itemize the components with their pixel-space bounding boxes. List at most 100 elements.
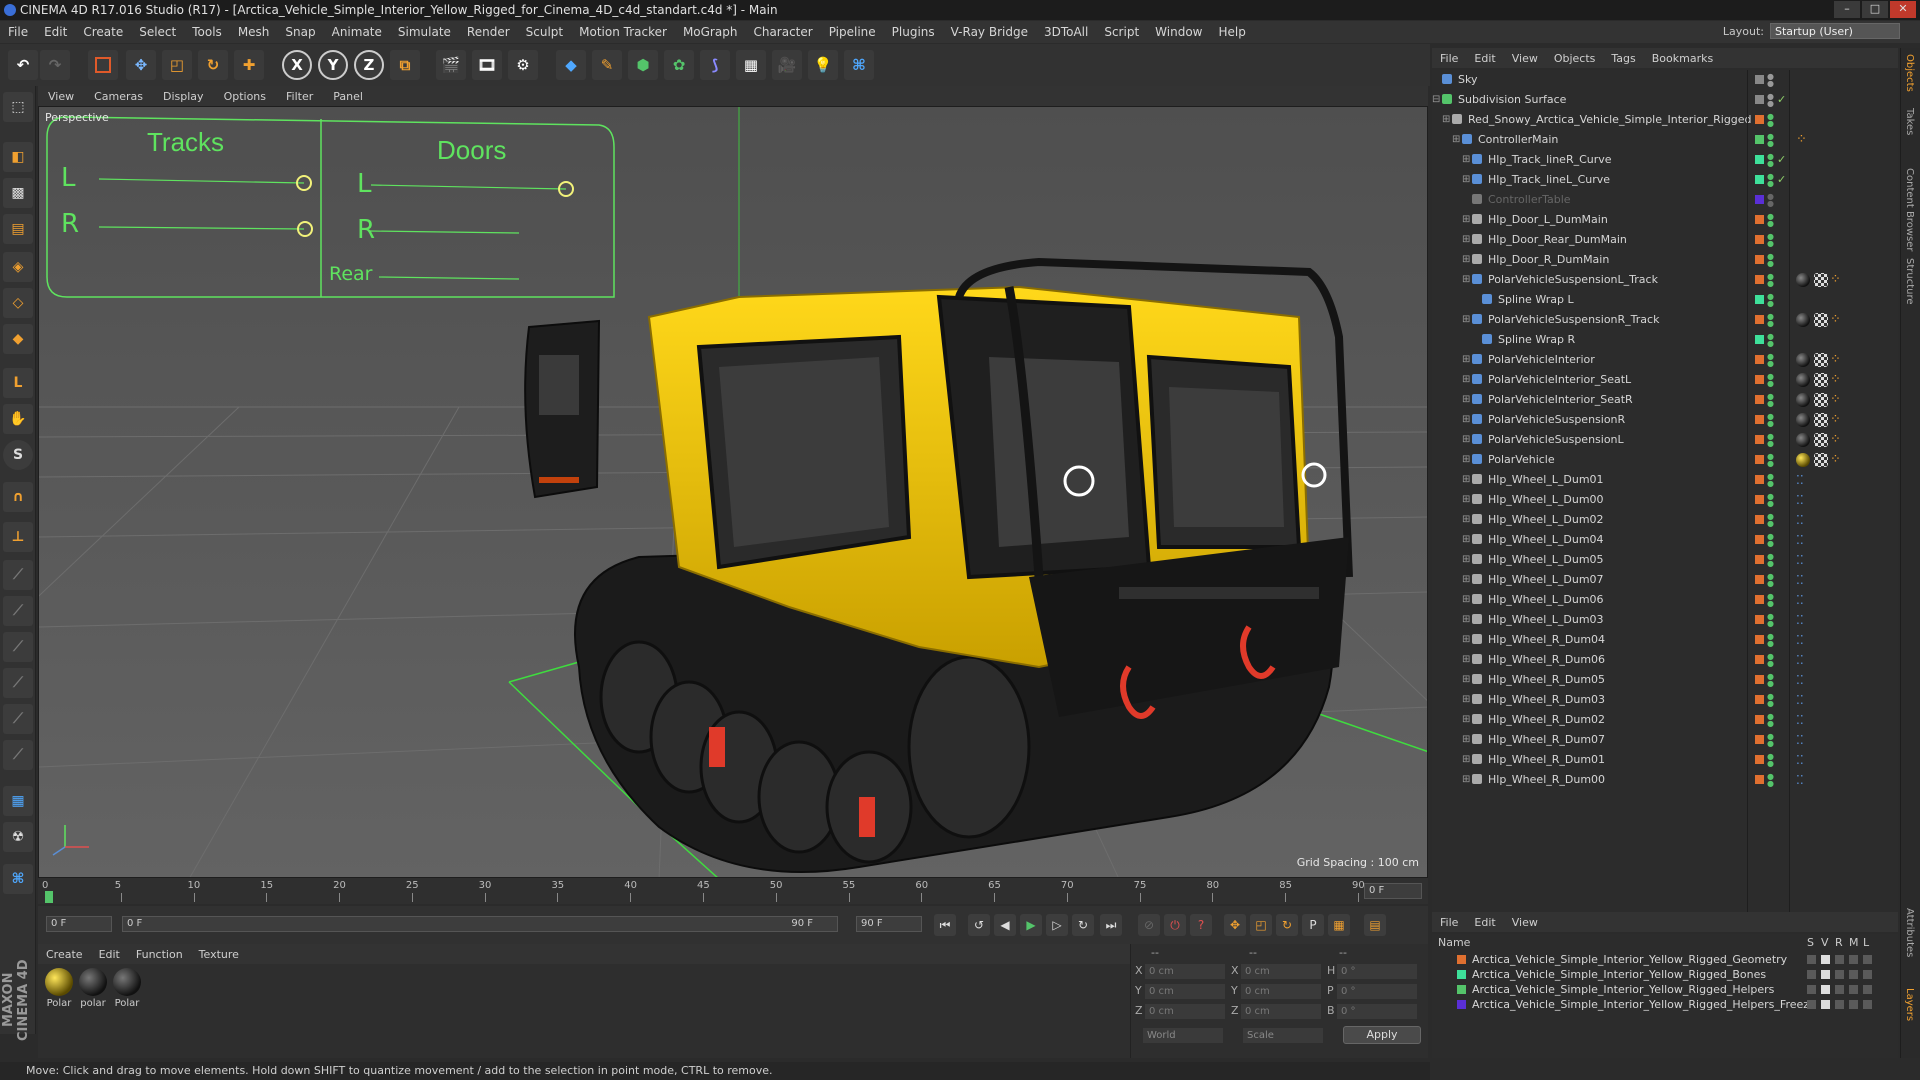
constraint-tag-icon[interactable]: ⁚⁚	[1796, 653, 1810, 667]
render-picture-viewer-icon[interactable]: 🎞	[472, 50, 502, 80]
next-frame-icon[interactable]: ▷	[1046, 914, 1068, 936]
object-layer-swatch[interactable]	[1755, 775, 1764, 784]
object-layer-swatch[interactable]	[1755, 315, 1764, 324]
live-selection-icon[interactable]	[88, 50, 118, 80]
menu-create[interactable]: Create	[75, 25, 131, 39]
menu-help[interactable]: Help	[1210, 25, 1253, 39]
object-row[interactable]: ⊞ PolarVehicleSuspensionL ● ● ⁘	[1432, 430, 1898, 450]
object-row[interactable]: ⊞ Hlp_Wheel_R_Dum02 ● ● ⁚⁚	[1432, 710, 1898, 730]
weight-tag-icon[interactable]: ⁘	[1830, 413, 1844, 427]
current-frame-field[interactable]: 0 F	[1364, 883, 1422, 899]
layer-toggle-icon[interactable]	[1849, 985, 1858, 994]
object-layer-swatch[interactable]	[1755, 395, 1764, 404]
weight-tag-icon[interactable]: ⁘	[1830, 453, 1844, 467]
visibility-dots-icon[interactable]: ● ●	[1767, 713, 1774, 728]
viewport-menu-options[interactable]: Options	[214, 90, 276, 103]
layer-toggle-icon[interactable]	[1849, 955, 1858, 964]
layer-toggle-icon[interactable]	[1835, 1000, 1844, 1009]
object-row[interactable]: ⊞ Red_Snowy_Arctica_Vehicle_Simple_Interi…	[1432, 110, 1898, 130]
visibility-dots-icon[interactable]: ● ●	[1767, 233, 1774, 248]
object-layer-swatch[interactable]	[1755, 675, 1764, 684]
points-mode-icon[interactable]: ◈	[3, 252, 33, 282]
expand-toggle-icon[interactable]: ⊞	[1462, 370, 1470, 390]
object-row[interactable]: ⊞ PolarVehicleInterior_SeatR ● ● ⁘	[1432, 390, 1898, 410]
end-frame-field[interactable]: 90 F	[856, 916, 922, 932]
constraint-tag-icon[interactable]: ⁚⁚	[1796, 733, 1810, 747]
weight-tag-icon[interactable]: ⁘	[1830, 313, 1844, 327]
menu-script[interactable]: Script	[1096, 25, 1147, 39]
tab-layers[interactable]: Layers	[1904, 988, 1915, 1021]
expand-toggle-icon[interactable]: ⊞	[1462, 450, 1470, 470]
object-layer-swatch[interactable]	[1755, 655, 1764, 664]
key-pla-icon[interactable]: ▦	[1328, 914, 1350, 936]
weight-tool-icon[interactable]: ⟋	[3, 668, 33, 698]
object-row[interactable]: Spline Wrap L ● ●	[1432, 290, 1898, 310]
constraint-tag-icon[interactable]: ⁚⁚	[1796, 613, 1810, 627]
object-layer-swatch[interactable]	[1755, 435, 1764, 444]
material-tag-icon[interactable]	[1796, 413, 1810, 427]
object-row[interactable]: ⊞ PolarVehicleSuspensionR ● ● ⁘	[1432, 410, 1898, 430]
expand-toggle-icon[interactable]: ⊞	[1462, 630, 1470, 650]
layer-toggle-icon[interactable]	[1807, 955, 1816, 964]
key-scale-icon[interactable]: ◰	[1250, 914, 1272, 936]
layer-toggle-icon[interactable]	[1863, 970, 1872, 979]
expand-toggle-icon[interactable]: ⊞	[1462, 650, 1470, 670]
weight-tag-icon[interactable]: ⁘	[1830, 353, 1844, 367]
layer-color-swatch[interactable]	[1457, 985, 1466, 994]
visibility-dots-icon[interactable]: ● ●	[1767, 753, 1774, 768]
recent-tools-icon[interactable]: ✚	[234, 50, 264, 80]
layer-toggle-icon[interactable]	[1835, 985, 1844, 994]
object-layer-swatch[interactable]	[1755, 355, 1764, 364]
visibility-dots-icon[interactable]: ● ●	[1767, 513, 1774, 528]
play-icon[interactable]: ▶	[1020, 914, 1042, 936]
tab-content-browser[interactable]: Content Browser	[1904, 168, 1915, 251]
object-row[interactable]: ControllerTable ● ●	[1432, 190, 1898, 210]
layer-toggle-icon[interactable]	[1807, 1000, 1816, 1009]
constraint-tag-icon[interactable]: ⁚⁚	[1796, 713, 1810, 727]
coord-value-field[interactable]: 0 cm	[1241, 984, 1321, 999]
scale-tool-icon[interactable]: ◰	[162, 50, 192, 80]
playhead-marker[interactable]	[45, 891, 53, 903]
z-axis-lock-button[interactable]: Z	[354, 50, 384, 80]
expand-toggle-icon[interactable]: ⊞	[1462, 430, 1470, 450]
visibility-dots-icon[interactable]: ● ●	[1767, 593, 1774, 608]
coord-value-field[interactable]: 0 cm	[1145, 964, 1225, 979]
object-row[interactable]: ⊟ Subdivision Surface ● ● ✓	[1432, 90, 1898, 110]
coord-value-field[interactable]: 0 cm	[1241, 964, 1321, 979]
expand-toggle-icon[interactable]: ⊞	[1452, 130, 1460, 150]
constraint-tag-icon[interactable]: ⁚⁚	[1796, 573, 1810, 587]
layer-menu-edit[interactable]: Edit	[1466, 916, 1503, 929]
y-axis-lock-button[interactable]: Y	[318, 50, 348, 80]
material-menu-function[interactable]: Function	[128, 948, 191, 961]
axis-mode-icon[interactable]: L	[3, 368, 33, 398]
visibility-dots-icon[interactable]: ● ●	[1767, 373, 1774, 388]
constraint-tag-icon[interactable]: ⁚⁚	[1796, 693, 1810, 707]
tweak-mode-icon[interactable]: ✋	[3, 404, 33, 434]
object-layer-swatch[interactable]	[1755, 735, 1764, 744]
tab-takes[interactable]: Takes	[1904, 108, 1915, 135]
layer-row[interactable]: Arctica_Vehicle_Simple_Interior_Yellow_R…	[1432, 982, 1898, 997]
layer-color-swatch[interactable]	[1457, 955, 1466, 964]
floor-icon[interactable]: ▦	[736, 50, 766, 80]
object-row[interactable]: ⊞ Hlp_Track_lineL_Curve ● ● ✓	[1432, 170, 1898, 190]
expand-toggle-icon[interactable]: ⊞	[1462, 590, 1470, 610]
uvw-tag-icon[interactable]	[1814, 313, 1828, 327]
coord-value-field[interactable]: 0 °	[1337, 1004, 1417, 1019]
layer-toggle-icon[interactable]	[1821, 970, 1830, 979]
visibility-dots-icon[interactable]: ● ●	[1767, 533, 1774, 548]
constraint-tag-icon[interactable]: ⁚⁚	[1796, 753, 1810, 767]
previous-key-icon[interactable]: ↺	[968, 914, 990, 936]
object-layer-swatch[interactable]	[1755, 255, 1764, 264]
joint-tool-icon[interactable]: ⟋	[3, 560, 33, 590]
visibility-dots-icon[interactable]: ● ●	[1767, 133, 1774, 148]
menu-tools[interactable]: Tools	[184, 25, 230, 39]
object-layer-swatch[interactable]	[1755, 195, 1764, 204]
uvw-tag-icon[interactable]	[1814, 373, 1828, 387]
object-row[interactable]: ⊞ ControllerMain ● ● ⁘	[1432, 130, 1898, 150]
timeline-window-icon[interactable]: ▤	[1364, 914, 1386, 936]
range-slider[interactable]: 0 F 90 F	[122, 916, 838, 932]
menu-3dtoall[interactable]: 3DToAll	[1036, 25, 1096, 39]
visibility-dots-icon[interactable]: ● ●	[1767, 413, 1774, 428]
expand-toggle-icon[interactable]: ⊞	[1462, 350, 1470, 370]
constraint-tag-icon[interactable]: ⁚⁚	[1796, 633, 1810, 647]
